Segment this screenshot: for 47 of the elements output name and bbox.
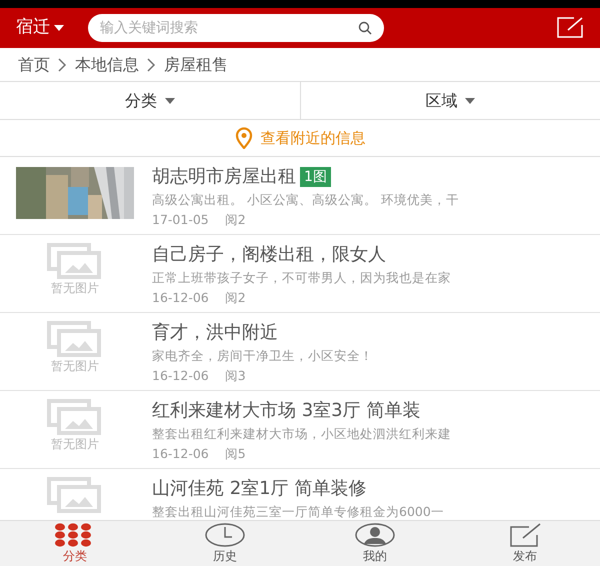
listing-row[interactable]: 胡志明市房屋出租 1图 高级公寓出租。 小区公寓、高级公寓。 环境优美，干 17-01-05 阅2 [0,157,600,235]
image-placeholder-icon [47,399,103,435]
listing-date: 16-12-06 [152,367,209,385]
clock-icon [204,523,246,547]
compose-icon[interactable] [556,17,584,39]
listing-title: 胡志明市房屋出租 [152,165,296,189]
listing-row[interactable]: 暂无图片 自己房子，阁楼出租，限女人 正常上班带孩子女子，不可带男人，因为我也是在家 16-12-06 阅2 [0,235,600,313]
listing-date: 16-12-06 [152,445,209,463]
search-icon [358,21,372,35]
caret-icon [54,25,64,31]
image-placeholder-icon [47,477,103,513]
listing-date: 16-12-06 [152,289,209,307]
no-image-label: 暂无图片 [51,358,99,375]
view-count: 阅2 [224,289,246,307]
tab-bar-item[interactable]: 我的 [300,521,450,566]
image-placeholder-icon [47,243,103,279]
view-count: 阅2 [224,211,246,229]
listing-summary: 整套出租山河佳苑三室一厅简单专修租金为6000一 [152,503,444,520]
listing-title: 山河佳苑 2室1厅 简单装修 [152,477,366,501]
listing-row[interactable]: 暂无图片 红利来建材大市场 3室3厅 简单装 整套出租红利来建材大市场，小区地处泗洪红利来建 16-12-06 阅5 [0,391,600,469]
tab-bar-item[interactable]: 历史 [150,521,300,566]
location-pin-icon [234,127,252,149]
caret-icon [164,98,175,104]
listing-summary: 家电齐全，房间干净卫生，小区安全！ [152,347,373,365]
listing-title: 自己房子，阁楼出租，限女人 [152,243,386,267]
listing-summary: 正常上班带孩子女子，不可带男人，因为我也是在家 [152,269,451,287]
listing-title: 育才，洪中附近 [152,321,278,345]
view-count: 阅3 [224,367,246,385]
search-field[interactable]: 输入关键词搜索 [88,14,384,42]
user-icon [354,523,396,547]
caret-icon [465,98,476,104]
city-dropdown[interactable]: 宿迁 [0,15,72,41]
listing-date: 17-01-05 [152,211,209,229]
listing-row[interactable]: 暂无图片 育才，洪中附近 家电齐全，房间干净卫生，小区安全！ 16-12-06 阅3 [0,313,600,391]
no-image-label: 暂无图片 [51,280,99,297]
image-placeholder-icon [47,321,103,357]
no-image-label: 暂无图片 [51,436,99,453]
tab-bar-item[interactable]: 分类 [0,521,150,566]
tab-bar-item[interactable]: 发布 [450,521,600,566]
listing-summary: 整套出租红利来建材大市场，小区地处泗洪红利来建 [152,425,451,443]
listing-summary: 高级公寓出租。 小区公寓、高级公寓。 环境优美，干 [152,191,459,209]
breadcrumb-link[interactable]: 首页 [18,52,50,76]
listing-title: 红利来建材大市场 3室3厅 简单装 [152,399,420,423]
photo-count-badge: 1图 [300,167,331,187]
breadcrumb-link[interactable]: 房屋租售 [164,52,228,76]
breadcrumb-link[interactable]: 本地信息 [75,52,139,76]
view-count: 阅5 [224,445,246,463]
